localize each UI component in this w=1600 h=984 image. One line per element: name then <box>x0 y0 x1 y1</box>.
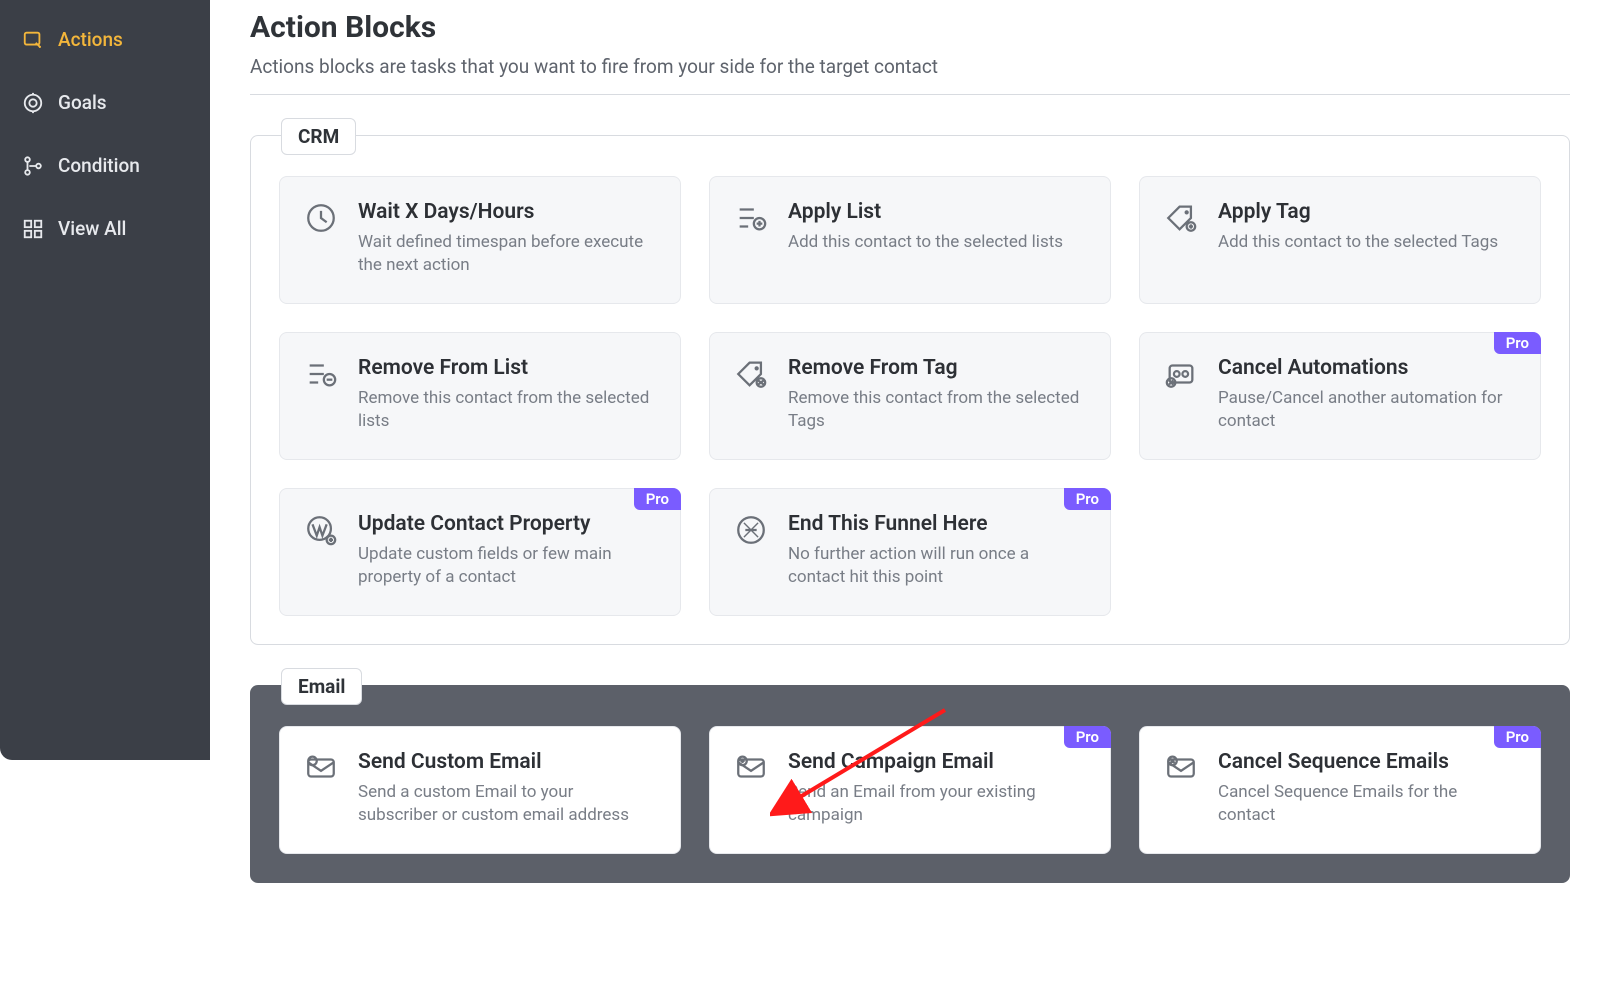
card-title: Cancel Automations <box>1218 355 1516 381</box>
card-apply-tag[interactable]: Apply Tag Add this contact to the select… <box>1139 176 1541 304</box>
card-remove-from-list[interactable]: Remove From List Remove this contact fro… <box>279 332 681 460</box>
email-send-icon <box>304 751 338 785</box>
card-desc: Send an Email from your existing campaig… <box>788 781 1086 827</box>
main-content: Action Blocks Actions blocks are tasks t… <box>210 0 1600 984</box>
card-cancel-automations[interactable]: Pro Cancel Automations Pause/Cancel anot… <box>1139 332 1541 460</box>
card-title: Cancel Sequence Emails <box>1218 749 1516 775</box>
tag-add-icon <box>1164 201 1198 235</box>
card-desc: Send a custom Email to your subscriber o… <box>358 781 656 827</box>
card-title: Send Custom Email <box>358 749 656 775</box>
card-title: Send Campaign Email <box>788 749 1086 775</box>
card-apply-list[interactable]: Apply List Add this contact to the selec… <box>709 176 1111 304</box>
list-remove-icon <box>304 357 338 391</box>
sidebar-item-label: Condition <box>58 154 140 177</box>
pro-badge: Pro <box>634 488 681 510</box>
condition-icon <box>22 155 44 177</box>
card-end-funnel[interactable]: Pro End This Funnel Here No further acti… <box>709 488 1111 616</box>
group-label-crm: CRM <box>281 118 356 155</box>
actions-icon <box>22 29 44 51</box>
card-desc: Wait defined timespan before execute the… <box>358 231 656 277</box>
group-email: Email Send Custom Email Send a custom Em… <box>250 685 1570 883</box>
page-title: Action Blocks <box>250 10 1570 45</box>
group-crm: CRM Wait X Days/Hours Wait defined times… <box>250 135 1570 645</box>
pro-badge: Pro <box>1064 488 1111 510</box>
card-title: End This Funnel Here <box>788 511 1086 537</box>
card-remove-from-tag[interactable]: Remove From Tag Remove this contact from… <box>709 332 1111 460</box>
sidebar-item-label: View All <box>58 217 126 240</box>
card-desc: Cancel Sequence Emails for the contact <box>1218 781 1516 827</box>
card-desc: No further action will run once a contac… <box>788 543 1086 589</box>
sidebar: Actions Goals Condition View All <box>0 0 210 760</box>
card-wait[interactable]: Wait X Days/Hours Wait defined timespan … <box>279 176 681 304</box>
page-subtitle: Actions blocks are tasks that you want t… <box>250 55 1570 78</box>
card-desc: Remove this contact from the selected li… <box>358 387 656 433</box>
sidebar-item-condition[interactable]: Condition <box>0 134 210 197</box>
grid-icon <box>22 218 44 240</box>
automation-cancel-icon <box>1164 357 1198 391</box>
card-send-custom-email[interactable]: Send Custom Email Send a custom Email to… <box>279 726 681 854</box>
sidebar-item-view-all[interactable]: View All <box>0 197 210 260</box>
email-campaign-icon <box>734 751 768 785</box>
card-title: Wait X Days/Hours <box>358 199 656 225</box>
card-title: Apply List <box>788 199 1063 225</box>
list-add-icon <box>734 201 768 235</box>
goals-icon <box>22 92 44 114</box>
wp-user-icon <box>304 513 338 547</box>
sidebar-item-label: Actions <box>58 28 123 51</box>
card-title: Apply Tag <box>1218 199 1498 225</box>
card-desc: Add this contact to the selected lists <box>788 231 1063 254</box>
card-update-contact-property[interactable]: Pro Update Contact Property Update custo… <box>279 488 681 616</box>
pro-badge: Pro <box>1494 332 1541 354</box>
card-desc: Pause/Cancel another automation for cont… <box>1218 387 1516 433</box>
divider <box>250 94 1570 95</box>
card-desc: Remove this contact from the selected Ta… <box>788 387 1086 433</box>
sidebar-item-goals[interactable]: Goals <box>0 71 210 134</box>
pro-badge: Pro <box>1064 726 1111 748</box>
card-desc: Update custom fields or few main propert… <box>358 543 656 589</box>
email-cancel-icon <box>1164 751 1198 785</box>
card-title: Update Contact Property <box>358 511 656 537</box>
sidebar-item-actions[interactable]: Actions <box>0 8 210 71</box>
card-desc: Add this contact to the selected Tags <box>1218 231 1498 254</box>
card-cancel-sequence-emails[interactable]: Pro Cancel Sequence Emails Cancel Sequen… <box>1139 726 1541 854</box>
sidebar-item-label: Goals <box>58 91 107 114</box>
card-title: Remove From List <box>358 355 656 381</box>
pro-badge: Pro <box>1494 726 1541 748</box>
stop-circle-icon <box>734 513 768 547</box>
card-title: Remove From Tag <box>788 355 1086 381</box>
clock-icon <box>304 201 338 235</box>
tag-remove-icon <box>734 357 768 391</box>
card-send-campaign-email[interactable]: Pro Send Campaign Email Send an Email fr… <box>709 726 1111 854</box>
group-label-email: Email <box>281 668 362 705</box>
